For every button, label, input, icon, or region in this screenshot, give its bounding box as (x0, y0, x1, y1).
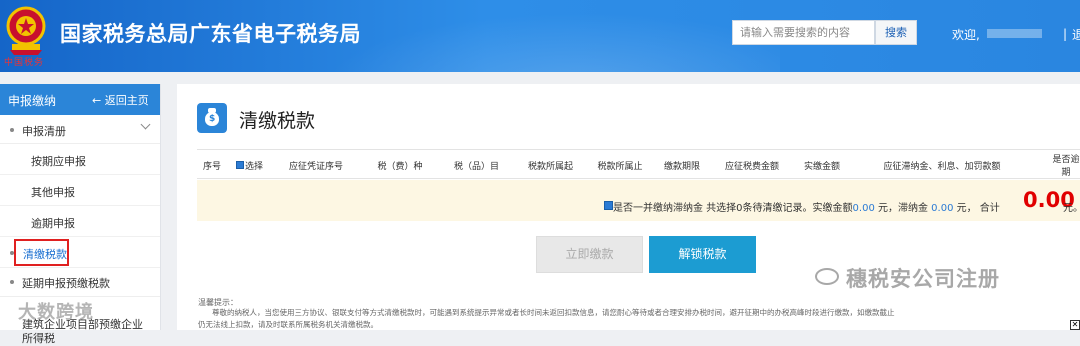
bullet-icon (10, 128, 14, 132)
table-header: 序号 选择 应征凭证序号 税（费）种 税（品）目 税款所属起 税款所属止 缴款期… (197, 149, 1080, 179)
sidebar-item-label: 清缴税款 (23, 248, 67, 261)
summary-text: 是否一并缴纳滞纳金 共选择0条待清缴记录。实缴金额0.00 元，滞纳金 0.00… (613, 199, 1000, 214)
site-title: 国家税务总局广东省电子税务局 (60, 22, 361, 46)
sidebar-header: 申报缴纳 ← 返回主页 (0, 84, 160, 115)
sidebar-group-label: 申报清册 (22, 125, 66, 138)
unlock-tax-button[interactable]: 解锁税款 (649, 236, 756, 273)
tip-text-line2: 仍无法线上扣款，请及时联系所属税务机关清缴税款。 (198, 320, 378, 329)
sidebar: 申报缴纳 ← 返回主页 申报清册 按期应申报 其他申报 逾期申报 清缴税款 延期… (0, 84, 161, 345)
sidebar-item-label: 逾期申报 (31, 217, 75, 230)
pay-now-button[interactable]: 立即缴款 (536, 236, 643, 273)
late-fee-value: 0.00 (931, 203, 954, 214)
sidebar-item-label: 其他申报 (31, 186, 75, 199)
watermark-left: 大数跨境 (18, 302, 94, 323)
user-name-masked (987, 29, 1042, 38)
summary-text-part3: 元， 合计 (953, 203, 1000, 214)
col-voucher: 应征凭证序号 (288, 161, 343, 172)
welcome-text: 欢迎, (952, 28, 980, 42)
search-input[interactable]: 请输入需要搜索的内容 (732, 20, 875, 45)
sidebar-item-construction-cont: 所得税 (22, 332, 55, 345)
col-period-end: 税款所属止 (597, 161, 643, 172)
sidebar-group-label: 延期申报预缴税款 (22, 277, 110, 290)
sidebar-item-periodic[interactable]: 按期应申报 (0, 144, 160, 175)
logout-link[interactable]: 退 (1072, 26, 1080, 43)
col-tax-amount: 应征税费金额 (724, 161, 779, 172)
sidebar-item-label: 按期应申报 (31, 155, 86, 168)
col-deadline: 缴款期限 (663, 161, 700, 172)
chevron-down-icon (140, 119, 151, 130)
col-period-start: 税款所属起 (527, 161, 573, 172)
sidebar-group-declaration-list[interactable]: 申报清册 (0, 115, 160, 144)
money-bag-icon: $ (197, 103, 227, 133)
back-arrow-icon: ← (92, 94, 102, 107)
page-title: 清缴税款 (239, 110, 316, 132)
sidebar-group-deferred[interactable]: 延期申报预缴税款 (0, 268, 160, 297)
search-button[interactable]: 搜索 (875, 20, 917, 45)
emblem-caption: 中国税务 (4, 58, 45, 68)
col-select-label: 选择 (244, 161, 263, 172)
wechat-icon (815, 268, 839, 285)
back-home-link[interactable]: ← 返回主页 (92, 92, 149, 108)
sidebar-item-overdue[interactable]: 逾期申报 (0, 206, 160, 237)
summary-text-part2: 元，滞纳金 (874, 203, 932, 214)
tip-text-line1: 尊敬的纳税人，当您使用三方协议、银联支付等方式清缴税款时，可能遇到系统提示异常或… (212, 308, 895, 317)
main-panel: $ 清缴税款 序号 选择 应征凭证序号 税（费）种 税（品）目 税款所属起 税款… (177, 84, 1080, 330)
sidebar-item-clear-tax[interactable]: 清缴税款 (0, 237, 160, 268)
include-late-fee-checkbox[interactable] (604, 201, 613, 210)
back-home-label: 返回主页 (104, 94, 149, 107)
sidebar-title: 申报缴纳 (8, 94, 57, 108)
col-tax-item: 税（品）目 (453, 161, 499, 172)
bullet-icon (10, 280, 14, 284)
col-tax-type: 税（费）种 (377, 161, 423, 172)
header-divider: | (1063, 27, 1068, 41)
close-icon[interactable]: ✕ (1070, 320, 1080, 330)
col-select[interactable]: 选择 (227, 150, 272, 180)
select-all-checkbox[interactable] (235, 161, 244, 169)
total-unit: 元。 (1063, 203, 1080, 214)
col-late-fee: 应征滞纳金、利息、加罚款额 (883, 161, 1001, 172)
col-index: 序号 (202, 161, 221, 172)
tax-emblem-icon (6, 6, 46, 55)
paid-amount-value: 0.00 (852, 203, 875, 214)
col-paid-amount: 实缴金额 (803, 161, 840, 172)
top-header: 中国税务 国家税务总局广东省电子税务局 请输入需要搜索的内容 搜索 欢迎, | … (0, 0, 1080, 72)
col-overdue: 是否逾期 (1052, 155, 1080, 178)
sidebar-item-other[interactable]: 其他申报 (0, 175, 160, 206)
summary-text-part1: 是否一并缴纳滞纳金 共选择0条待清缴记录。实缴金额 (613, 203, 853, 214)
